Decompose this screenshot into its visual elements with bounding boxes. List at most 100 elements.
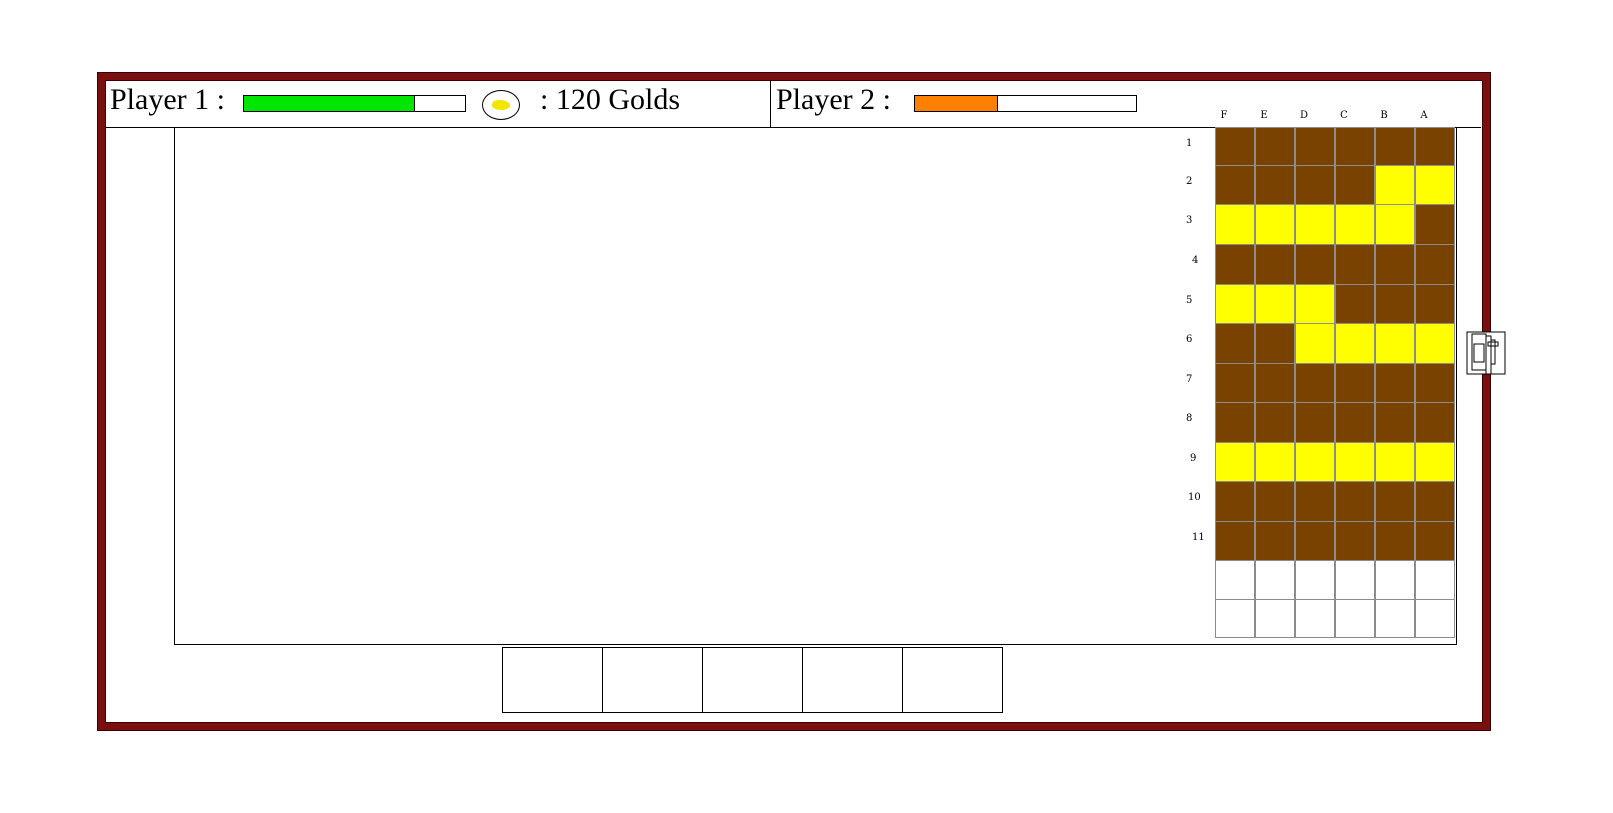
board-cell[interactable] [1295,402,1335,443]
board-cell[interactable] [1215,244,1255,285]
unit-slot[interactable] [802,647,903,713]
board-cell[interactable] [1415,560,1455,600]
board-cell[interactable] [1335,560,1375,600]
board-cell[interactable] [1295,127,1335,166]
board-cell[interactable] [1375,204,1415,245]
board-cell[interactable] [1375,323,1415,364]
board-cell[interactable] [1255,442,1295,482]
row-label: 7 [1186,374,1193,385]
board-cell[interactable] [1215,442,1255,482]
board-cell[interactable] [1215,560,1255,600]
board-cell[interactable] [1335,127,1375,166]
board-cell[interactable] [1215,402,1255,443]
board-cell[interactable] [1375,284,1415,324]
board-cell[interactable] [1415,204,1455,245]
gold-nugget-icon [482,90,520,120]
board-cell[interactable] [1335,402,1375,443]
board-cell[interactable] [1375,442,1415,482]
board-cell[interactable] [1255,284,1295,324]
board-cell[interactable] [1295,244,1335,285]
row-label: 1 [1186,138,1193,149]
board-cell[interactable] [1335,204,1375,245]
board-cell[interactable] [1255,127,1295,166]
board-cell[interactable] [1375,599,1415,638]
board-cell[interactable] [1215,284,1255,324]
board-cell[interactable] [1415,244,1455,285]
header-separator [770,80,771,127]
player1-health-bar [243,95,466,112]
board-cell[interactable] [1375,481,1415,522]
board-cell[interactable] [1335,363,1375,403]
board-cell[interactable] [1415,402,1455,443]
board-cell[interactable] [1335,165,1375,205]
board-cell[interactable] [1255,323,1295,364]
board-cell[interactable] [1215,323,1255,364]
board-cell[interactable] [1415,599,1455,638]
board-cell[interactable] [1415,323,1455,364]
board-cell[interactable] [1375,560,1415,600]
unit-slot[interactable] [902,647,1003,713]
board-cell[interactable] [1375,363,1415,403]
row-label: 2 [1186,176,1193,187]
board-cell[interactable] [1375,521,1415,561]
board-cell[interactable] [1215,481,1255,522]
board-cell[interactable] [1295,323,1335,364]
board-cell[interactable] [1295,363,1335,403]
unit-slot[interactable] [502,647,603,713]
unit-slot[interactable] [702,647,803,713]
board-cell[interactable] [1415,521,1455,561]
board-cell[interactable] [1215,599,1255,638]
board-cell[interactable] [1295,521,1335,561]
board-cell[interactable] [1295,560,1335,600]
board-cell[interactable] [1375,127,1415,166]
board-cell[interactable] [1215,363,1255,403]
board-cell[interactable] [1255,363,1295,403]
player1-label: Player 1 : [110,83,225,116]
board-cell[interactable] [1295,599,1335,638]
board-cell[interactable] [1335,481,1375,522]
board-cell[interactable] [1415,284,1455,324]
board-cell[interactable] [1335,599,1375,638]
board-cell[interactable] [1215,165,1255,205]
board-cell[interactable] [1335,442,1375,482]
board-cell[interactable] [1255,244,1295,285]
board-cell[interactable] [1415,481,1455,522]
board-cell[interactable] [1255,599,1295,638]
row-label: 5 [1186,295,1193,306]
column-label: E [1260,110,1268,121]
board-cell[interactable] [1295,204,1335,245]
board-cell[interactable] [1335,284,1375,324]
board-cell[interactable] [1215,521,1255,561]
board-cell[interactable] [1255,165,1295,205]
board-cell[interactable] [1295,165,1335,205]
board-cell[interactable] [1375,402,1415,443]
board-cell[interactable] [1335,521,1375,561]
row-label: 6 [1186,334,1193,345]
board-cell[interactable] [1295,284,1335,324]
board-cell[interactable] [1375,244,1415,285]
board-cell[interactable] [1255,521,1295,561]
board-cell[interactable] [1335,244,1375,285]
board-cell[interactable] [1215,204,1255,245]
column-label: C [1340,110,1348,121]
board-cell[interactable] [1415,363,1455,403]
player1-health-fill [244,96,416,111]
board-cell[interactable] [1255,402,1295,443]
board-cell[interactable] [1255,204,1295,245]
player2-health-bar [914,95,1137,112]
column-label: F [1220,110,1228,121]
board-cell[interactable] [1255,560,1295,600]
board-cell[interactable] [1255,481,1295,522]
board-cell[interactable] [1295,442,1335,482]
board-cell[interactable] [1415,442,1455,482]
row-label: 3 [1186,215,1193,226]
board-cell[interactable] [1415,127,1455,166]
board-cell[interactable] [1415,165,1455,205]
castle-icon[interactable] [1466,330,1506,376]
board-cell[interactable] [1215,127,1255,166]
board-cell[interactable] [1335,323,1375,364]
board-cell[interactable] [1295,481,1335,522]
board-cell[interactable] [1375,165,1415,205]
column-label: D [1299,110,1309,121]
unit-slot[interactable] [602,647,703,713]
